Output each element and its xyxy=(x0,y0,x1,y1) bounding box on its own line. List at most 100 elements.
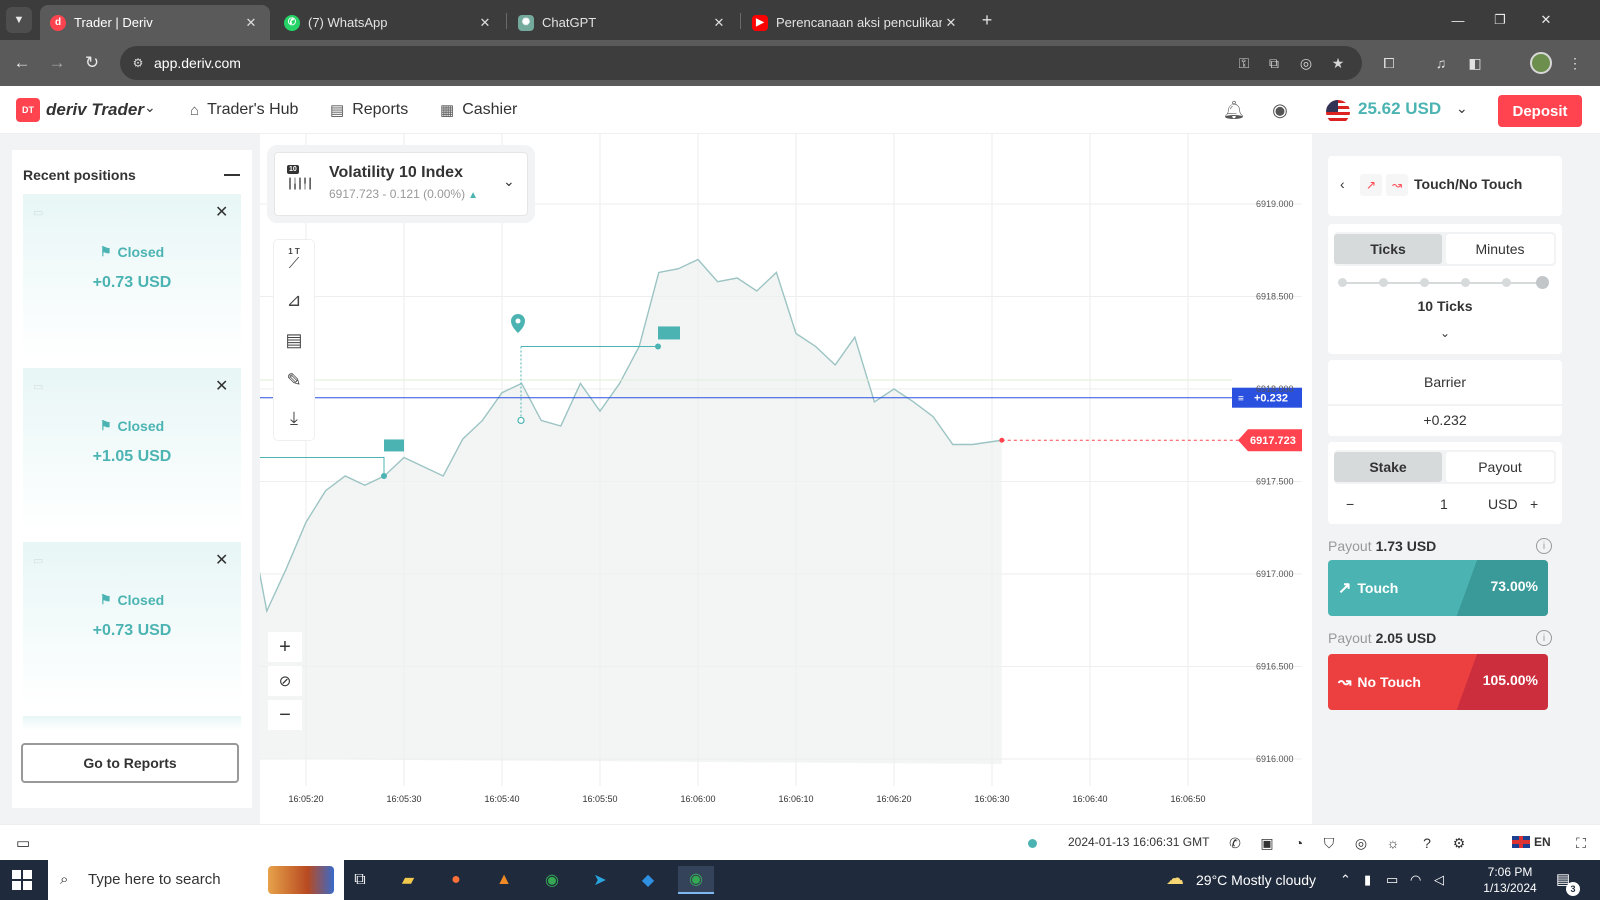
taskbar-search[interactable]: ⌕ Type here to search xyxy=(48,860,344,900)
market-selector[interactable]: 10 ┃╽┃╿┃ Volatility 10 Index 6917.723 - … xyxy=(274,152,528,216)
chevron-down-icon[interactable]: ⌄ xyxy=(144,99,156,116)
price-chart[interactable]: +0.232 ≡ 6917.723 6919.000 6918.500 6918.000… xyxy=(260,134,1312,824)
window-close-icon[interactable]: ✕ xyxy=(1534,9,1558,31)
buy-no-touch-button[interactable]: ↝ No Touch 105.00% xyxy=(1328,654,1548,710)
windows-start-icon[interactable] xyxy=(12,870,32,890)
new-tab-plus-icon[interactable]: + xyxy=(976,9,998,31)
position-card[interactable]: ▭ ✕ ⚑ Closed +0.73 USD xyxy=(23,194,241,358)
close-icon[interactable]: ✕ xyxy=(942,15,960,31)
account-user-icon[interactable]: ◉ xyxy=(1268,98,1292,122)
position-card[interactable]: ▭ ✕ ⚑ Closed +0.73 USD xyxy=(23,542,241,706)
settings-gear-icon[interactable]: ⚙ xyxy=(1450,834,1468,852)
nav-reports[interactable]: ▤ Reports xyxy=(330,101,408,119)
tick-slider-dot[interactable] xyxy=(1338,278,1347,287)
tab-youtube[interactable]: ▶ Perencanaan aksi penculikan ib ✕ xyxy=(742,5,970,40)
extensions-puzzle-icon[interactable]: ⧠ xyxy=(1378,52,1400,74)
whatsapp-icon[interactable]: ✆ xyxy=(1226,834,1244,852)
stake-increment-button[interactable]: + xyxy=(1530,496,1538,512)
info-icon[interactable]: i xyxy=(1536,538,1552,554)
taskbar-clock[interactable]: 7:06 PM 1/13/2024 xyxy=(1474,864,1546,896)
minimize-icon[interactable]: — xyxy=(1446,9,1470,31)
forward-arrow-icon[interactable]: → xyxy=(45,51,69,75)
address-bar[interactable]: ⚙ app.deriv.com ⚿ ⧉ ◎ ★ xyxy=(120,46,1362,80)
tab-deriv[interactable]: d Trader | Deriv ✕ xyxy=(40,5,270,40)
close-icon[interactable]: ✕ xyxy=(215,376,228,396)
fullscreen-icon[interactable]: ⛶ xyxy=(1572,834,1590,852)
tab-whatsapp[interactable]: ✆ (7) WhatsApp ✕ xyxy=(274,5,504,40)
tab-ticks[interactable]: Ticks xyxy=(1334,234,1442,264)
media-control-icon[interactable]: ♫ xyxy=(1430,52,1452,74)
tick-slider-track[interactable] xyxy=(1342,282,1542,284)
tick-slider-handle[interactable] xyxy=(1536,276,1549,289)
tab-chatgpt[interactable]: ✺ ChatGPT ✕ xyxy=(508,5,738,40)
info-icon[interactable]: i xyxy=(1536,630,1552,646)
theme-sun-icon[interactable]: ☼ xyxy=(1384,834,1402,852)
crosshair-off-icon[interactable]: ⊘ xyxy=(268,666,302,696)
install-app-icon[interactable]: ⧉ xyxy=(1264,53,1284,73)
weather-cloud-icon[interactable]: ☁ xyxy=(1166,868,1184,889)
indicators-icon[interactable]: ⊿ xyxy=(274,282,314,318)
site-settings-icon[interactable]: ⚙ xyxy=(130,55,146,71)
vlc-icon[interactable]: ▲ xyxy=(486,866,522,894)
account-balance[interactable]: 25.62 USD xyxy=(1358,99,1441,119)
download-icon[interactable]: ⤓ xyxy=(274,400,314,436)
chart-templates-icon[interactable]: ▤ xyxy=(274,322,314,358)
close-icon[interactable]: ✕ xyxy=(215,550,228,570)
wifi-icon[interactable]: ◠ xyxy=(1410,872,1421,888)
volume-icon[interactable]: ◁ xyxy=(1434,872,1444,888)
language-selector[interactable]: EN xyxy=(1512,835,1551,849)
positions-drawer-icon[interactable]: ▭ xyxy=(16,834,30,852)
close-icon[interactable]: ✕ xyxy=(242,15,260,31)
chart-interval-tool[interactable]: 1 T ⟋ xyxy=(274,242,314,278)
chevron-left-icon[interactable]: ‹ xyxy=(1340,176,1345,192)
restore-icon[interactable]: ❐ xyxy=(1488,9,1512,31)
tray-chevron-up-icon[interactable]: ⌃ xyxy=(1340,872,1351,888)
deriv-logo-badge[interactable]: DT xyxy=(16,98,40,122)
chevron-down-icon[interactable]: ⌄ xyxy=(1456,100,1468,117)
telegram-icon[interactable]: ➤ xyxy=(582,866,618,894)
account-limits-icon[interactable]: ◎ xyxy=(1352,834,1370,852)
task-view-icon[interactable]: ⧉ xyxy=(342,866,378,894)
notification-bell-icon[interactable]: 🔔︎ xyxy=(1222,98,1246,122)
contract-type-selector[interactable]: ‹ ↗ ↝ Touch/No Touch xyxy=(1328,156,1562,216)
battery-icon[interactable]: ▭ xyxy=(1386,872,1398,888)
nav-traders-hub[interactable]: ⌂ Trader's Hub xyxy=(190,101,298,119)
url-text[interactable]: app.deriv.com xyxy=(154,55,241,71)
zoom-out-icon[interactable]: − xyxy=(268,700,302,730)
stake-input[interactable]: 1 xyxy=(1440,496,1448,512)
stake-decrement-button[interactable]: − xyxy=(1346,496,1354,512)
tab-stake[interactable]: Stake xyxy=(1334,452,1442,482)
firefox-icon[interactable]: ● xyxy=(438,866,474,894)
deriv-live-icon[interactable]: ◔ xyxy=(1290,834,1308,852)
buy-touch-button[interactable]: ↗ Touch 73.00% xyxy=(1328,560,1548,616)
side-panel-icon[interactable]: ◧ xyxy=(1464,52,1486,74)
bookmark-star-icon[interactable]: ★ xyxy=(1328,53,1348,73)
close-icon[interactable]: ✕ xyxy=(710,15,728,31)
vscode-icon[interactable]: ◆ xyxy=(630,866,666,894)
tab-search-chevron-icon[interactable]: ▼ xyxy=(6,7,32,33)
back-arrow-icon[interactable]: ← xyxy=(10,51,34,75)
minimize-icon[interactable] xyxy=(224,174,240,176)
go-to-reports-button[interactable]: Go to Reports xyxy=(21,743,239,783)
chevron-down-icon[interactable]: ⌄ xyxy=(1328,326,1562,340)
tick-slider-dot[interactable] xyxy=(1420,278,1429,287)
file-explorer-icon[interactable]: ▰ xyxy=(390,866,426,894)
usd-flag-icon[interactable] xyxy=(1326,100,1350,124)
chrome-icon[interactable]: ◉ xyxy=(534,866,570,894)
live-chat-icon[interactable]: ▣ xyxy=(1258,834,1276,852)
tab-payout[interactable]: Payout xyxy=(1446,452,1554,482)
nav-cashier[interactable]: ▦ Cashier xyxy=(440,101,517,119)
close-icon[interactable]: ✕ xyxy=(476,15,494,31)
profile-avatar[interactable] xyxy=(1530,52,1552,74)
close-icon[interactable]: ✕ xyxy=(215,202,228,222)
tick-slider-dot[interactable] xyxy=(1502,278,1511,287)
search-placeholder[interactable]: Type here to search xyxy=(88,871,221,888)
browser-menu-icon[interactable]: ⋮ xyxy=(1564,52,1586,74)
tick-slider-dot[interactable] xyxy=(1379,278,1388,287)
tick-slider-dot[interactable] xyxy=(1461,278,1470,287)
chart-area[interactable]: +0.232 ≡ 6917.723 6919.000 6918.500 6918.000… xyxy=(260,134,1312,824)
tab-minutes[interactable]: Minutes xyxy=(1446,234,1554,264)
chevron-down-icon[interactable]: ⌄ xyxy=(503,173,515,190)
key-icon[interactable]: ⚿ xyxy=(1234,53,1254,73)
tray-device-icon[interactable]: ▮ xyxy=(1364,872,1371,888)
